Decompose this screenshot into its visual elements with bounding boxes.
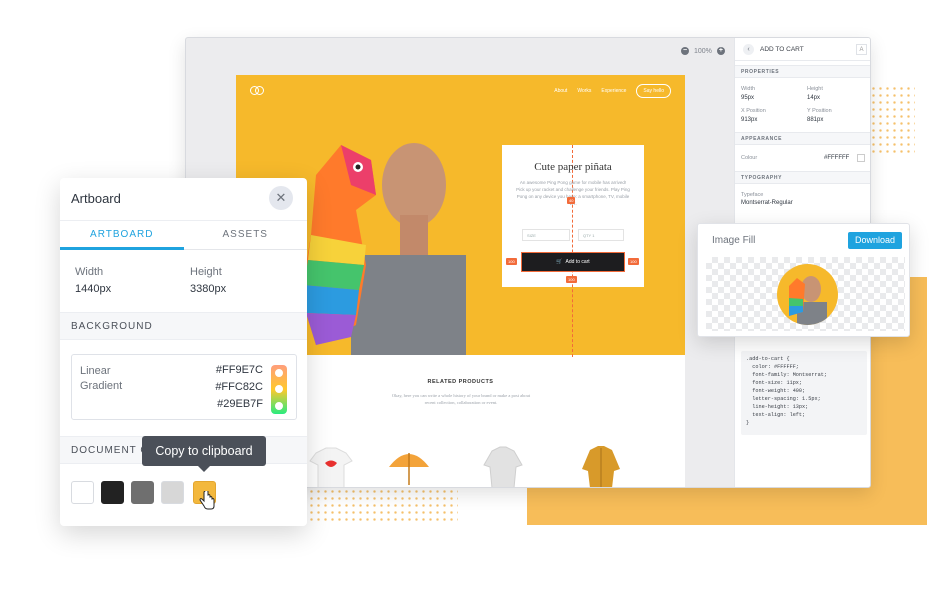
tab-artboard[interactable]: ARTBOARD [60,221,184,250]
hero-photo [301,143,466,355]
typography-header: TYPOGRAPHY [735,171,870,184]
gradient-handle[interactable] [275,385,283,393]
properties-header: PROPERTIES [735,65,870,78]
colour-swatch[interactable] [857,154,865,162]
product-umbrella[interactable] [386,445,432,488]
product-jacket[interactable] [578,445,624,488]
zoom-in-button[interactable]: + [716,47,725,55]
height-value[interactable]: 3380px [190,283,226,295]
gradient-bar[interactable] [271,365,287,414]
css-code-block[interactable]: .add-to-cart { color: #FFFFFF; font-fami… [741,351,867,435]
avatar [777,264,838,325]
width-value[interactable]: 1440px [75,283,111,295]
site-logo [250,86,264,95]
spacing-guide-left: 100 [506,258,517,265]
y-position-value[interactable]: 881px [807,117,823,123]
gradient-stop-1[interactable]: #FF9E7C [216,364,263,376]
gradient-type-line2: Gradient [80,380,123,392]
zoom-controls: − 100% + [681,44,725,58]
add-to-cart-button[interactable]: 🛒 Add to cart [521,252,625,272]
typeface-label: Typeface [741,192,764,198]
artboard-panel: Artboard ✕ ARTBOARD ASSETS Width 1440px … [60,178,307,526]
tab-assets[interactable]: ASSETS [184,221,308,249]
height-label: Height [807,86,823,92]
gradient-editor[interactable]: Linear Gradient #FF9E7C #FFC82C #29EB7F [71,354,297,420]
quantity-stepper[interactable]: QTY 1 [578,229,624,241]
related-products-text: Okay, here you can write a whole history… [391,393,531,405]
gradient-handle[interactable] [275,402,283,410]
height-label: Height [190,266,222,278]
nav-works[interactable]: Works [577,88,591,94]
text-style-icon[interactable]: A [856,43,867,55]
zoom-level: 100% [694,47,712,55]
product-tshirt[interactable] [308,445,354,488]
image-fill-panel: Image Fill Download [697,223,910,337]
panel-tabs: ARTBOARD ASSETS [60,220,307,250]
color-swatch-gray[interactable] [131,481,154,504]
spacing-guide-bottom: 100 [566,276,577,283]
y-position-label: Y Position [807,108,832,114]
say-hello-button[interactable]: Say hello [636,84,671,98]
colour-label: Colour [741,155,758,161]
image-preview [706,257,905,331]
product-hoodie[interactable] [480,445,526,488]
appearance-header: APPEARANCE [735,132,870,145]
spacing-guide-right: 100 [628,258,639,265]
product-title: Cute paper piñata [534,161,612,173]
width-value[interactable]: 95px [741,95,754,101]
zoom-out-button[interactable]: − [681,47,689,55]
gradient-stop-2[interactable]: #FFC82C [215,381,263,393]
inspector-title: ADD TO CART [760,45,804,53]
dot-pattern [870,85,915,153]
color-swatch-light-gray[interactable] [161,481,184,504]
color-swatch-black[interactable] [101,481,124,504]
width-label: Width [741,86,756,92]
back-icon[interactable]: ‹ [743,43,754,55]
cart-icon: 🛒 [556,259,563,265]
gradient-handle[interactable] [275,369,283,377]
x-position-value[interactable]: 913px [741,117,757,123]
size-select[interactable]: SIZE [522,229,570,241]
height-value[interactable]: 14px [807,95,820,101]
background-header: BACKGROUND [60,312,307,340]
inspector-header: ‹ ADD TO CART A [735,38,870,61]
nav-about[interactable]: About [554,88,567,94]
site-nav: About Works Experience Say hello [554,84,671,98]
copy-tooltip: Copy to clipboard [142,436,266,472]
image-fill-title: Image Fill [712,235,756,246]
gradient-type: Linear Gradient [80,364,122,394]
add-to-cart-label: Add to cart [565,259,590,265]
gradient-stop-3[interactable]: #29EB7F [217,398,263,410]
dot-pattern [308,488,458,524]
download-button[interactable]: Download [848,232,902,249]
product-card[interactable]: Cute paper piñata An awesome Ping Pong g… [502,145,644,357]
nav-experience[interactable]: Experience [601,88,626,94]
x-position-label: X Position [741,108,766,114]
guide-line [572,145,573,357]
width-label: Width [75,266,104,278]
panel-title: Artboard [71,191,121,206]
colour-value[interactable]: #FFFFFF [824,155,849,161]
hand-cursor-icon [199,491,215,510]
typeface-value[interactable]: Montserrat-Regular [741,200,793,206]
close-icon[interactable]: ✕ [269,186,293,210]
spacing-guide-top: 40 [567,197,576,204]
color-swatch-white[interactable] [71,481,94,504]
gradient-type-line1: Linear [80,365,111,377]
